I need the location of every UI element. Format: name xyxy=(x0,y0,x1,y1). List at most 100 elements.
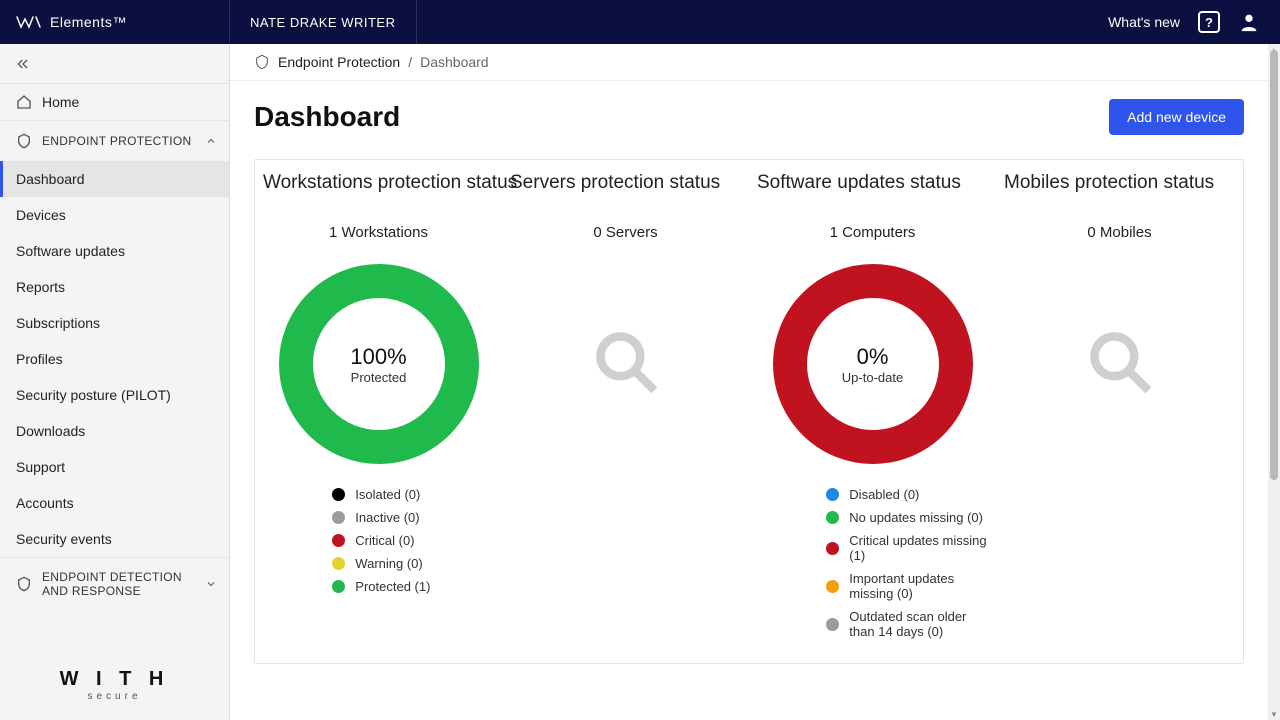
legend-dot-icon xyxy=(332,557,345,570)
sidebar-item-subscriptions[interactable]: Subscriptions xyxy=(0,305,229,341)
sidebar-item-accounts[interactable]: Accounts xyxy=(0,485,229,521)
legend-dot-icon xyxy=(332,534,345,547)
sidebar-item-devices[interactable]: Devices xyxy=(0,197,229,233)
donut-wrap xyxy=(510,259,741,469)
user-icon[interactable] xyxy=(1238,11,1260,33)
tenant-name[interactable]: NATE DRAKE WRITER xyxy=(230,0,417,44)
card-subtitle: 1 Workstations xyxy=(263,224,494,241)
donut-wrap: 0%Up-to-date xyxy=(757,259,988,469)
sidebar-item-label: Subscriptions xyxy=(16,315,100,331)
donut-label: Up-to-date xyxy=(842,370,903,385)
sidebar-section-label: ENDPOINT PROTECTION xyxy=(42,134,192,148)
sidebar-item-label: Profiles xyxy=(16,351,63,367)
sidebar-section-label: ENDPOINT DETECTION AND RESPONSE xyxy=(42,570,192,598)
card-title: Software updates status xyxy=(757,172,988,194)
vendor-logo-top: W I T H xyxy=(0,668,229,691)
sidebar: Home ENDPOINT PROTECTION Dashboard Devic… xyxy=(0,44,230,720)
vendor-logo: W I T H secure xyxy=(0,654,229,720)
sidebar-item-reports[interactable]: Reports xyxy=(0,269,229,305)
legend-row[interactable]: Isolated (0) xyxy=(332,483,494,506)
legend-row[interactable]: Warning (0) xyxy=(332,552,494,575)
legend-dot-icon xyxy=(332,511,345,524)
scroll-down-arrow-icon[interactable]: ▼ xyxy=(1268,708,1280,720)
legend-row[interactable]: Critical (0) xyxy=(332,529,494,552)
donut-percent: 100% xyxy=(350,344,406,370)
sidebar-item-security-events[interactable]: Security events xyxy=(0,521,229,557)
legend-row[interactable]: Outdated scan older than 14 days (0) xyxy=(826,605,988,643)
legend-label: Critical (0) xyxy=(355,533,414,548)
status-card: Software updates status 1 Computers 0%Up-t… xyxy=(749,160,996,643)
card-title: Mobiles protection status xyxy=(1004,172,1235,194)
whats-new-link[interactable]: What's new xyxy=(1108,14,1180,30)
donut-chart: 100%Protected xyxy=(279,264,479,464)
card-subtitle: 1 Computers xyxy=(757,224,988,241)
main-content: Endpoint Protection / Dashboard Dashboar… xyxy=(230,44,1268,720)
donut-wrap: 100%Protected xyxy=(263,259,494,469)
sidebar-section-endpoint-protection[interactable]: ENDPOINT PROTECTION xyxy=(0,120,229,161)
shield-icon xyxy=(16,576,32,592)
sidebar-item-downloads[interactable]: Downloads xyxy=(0,413,229,449)
sidebar-item-profiles[interactable]: Profiles xyxy=(0,341,229,377)
legend-label: Protected (1) xyxy=(355,579,430,594)
legend-row[interactable]: Critical updates missing (1) xyxy=(826,529,988,567)
sidebar-item-support[interactable]: Support xyxy=(0,449,229,485)
status-card: Mobiles protection status 0 Mobiles xyxy=(996,160,1243,643)
breadcrumb-root[interactable]: Endpoint Protection xyxy=(278,54,400,70)
sidebar-item-home[interactable]: Home xyxy=(0,84,229,120)
topbar: Elements™ NATE DRAKE WRITER What's new ? xyxy=(0,0,1280,44)
brand-logo-icon xyxy=(16,13,44,31)
breadcrumb-current: Dashboard xyxy=(420,54,489,70)
sidebar-item-label: Support xyxy=(16,459,65,475)
collapse-sidebar-button[interactable] xyxy=(0,44,229,84)
legend-label: Isolated (0) xyxy=(355,487,420,502)
status-panel: Workstations protection status1 Workstat… xyxy=(254,159,1244,664)
sidebar-item-software-updates[interactable]: Software updates xyxy=(0,233,229,269)
chevron-up-icon xyxy=(205,135,217,147)
shield-icon xyxy=(16,133,32,149)
legend-row[interactable]: Important updates missing (0) xyxy=(826,567,988,605)
donut-chart: 0%Up-to-date xyxy=(773,264,973,464)
sidebar-item-label: Dashboard xyxy=(16,171,85,187)
legend-label: No updates missing (0) xyxy=(849,510,983,525)
help-icon[interactable]: ? xyxy=(1198,11,1220,33)
legend-dot-icon xyxy=(826,511,839,524)
legend-dot-icon xyxy=(826,542,839,555)
sidebar-item-label: Downloads xyxy=(16,423,85,439)
brand[interactable]: Elements™ xyxy=(0,0,230,44)
donut-wrap xyxy=(1004,259,1235,469)
legend-dot-icon xyxy=(332,580,345,593)
card-title: Servers protection status xyxy=(510,172,741,194)
legend-row[interactable]: Inactive (0) xyxy=(332,506,494,529)
legend-dot-icon xyxy=(332,488,345,501)
legend-label: Disabled (0) xyxy=(849,487,919,502)
sidebar-item-dashboard[interactable]: Dashboard xyxy=(0,161,229,197)
legend-label: Inactive (0) xyxy=(355,510,419,525)
sidebar-nav: Home ENDPOINT PROTECTION Dashboard Devic… xyxy=(0,84,229,654)
sidebar-item-security-posture[interactable]: Security posture (PILOT) xyxy=(0,377,229,413)
add-device-button[interactable]: Add new device xyxy=(1109,99,1244,135)
status-card: Workstations protection status1 Workstat… xyxy=(255,160,502,643)
breadcrumb: Endpoint Protection / Dashboard xyxy=(230,44,1268,81)
legend-dot-icon xyxy=(826,580,839,593)
page-title: Dashboard xyxy=(254,101,400,133)
sidebar-item-label: Devices xyxy=(16,207,66,223)
brand-text: Elements™ xyxy=(50,14,127,30)
legend: Disabled (0) No updates missing (0) Critic… xyxy=(757,483,988,643)
legend-dot-icon xyxy=(826,488,839,501)
sidebar-item-label: Accounts xyxy=(16,495,74,511)
legend-label: Critical updates missing (1) xyxy=(849,533,988,563)
legend-row[interactable]: Protected (1) xyxy=(332,575,494,598)
sidebar-section-edr[interactable]: ENDPOINT DETECTION AND RESPONSE xyxy=(0,557,229,610)
card-subtitle: 0 Servers xyxy=(510,224,741,241)
vertical-scrollbar[interactable]: ▲ ▼ xyxy=(1268,44,1280,720)
legend-row[interactable]: No updates missing (0) xyxy=(826,506,988,529)
donut-label: Protected xyxy=(351,370,407,385)
sidebar-item-label: Software updates xyxy=(16,243,125,259)
card-subtitle: 0 Mobiles xyxy=(1004,224,1235,241)
legend-row[interactable]: Disabled (0) xyxy=(826,483,988,506)
home-icon xyxy=(16,94,32,110)
legend-label: Important updates missing (0) xyxy=(849,571,988,601)
scroll-thumb[interactable] xyxy=(1270,50,1278,480)
shield-icon xyxy=(254,54,270,70)
donut-center: 0%Up-to-date xyxy=(773,264,973,464)
